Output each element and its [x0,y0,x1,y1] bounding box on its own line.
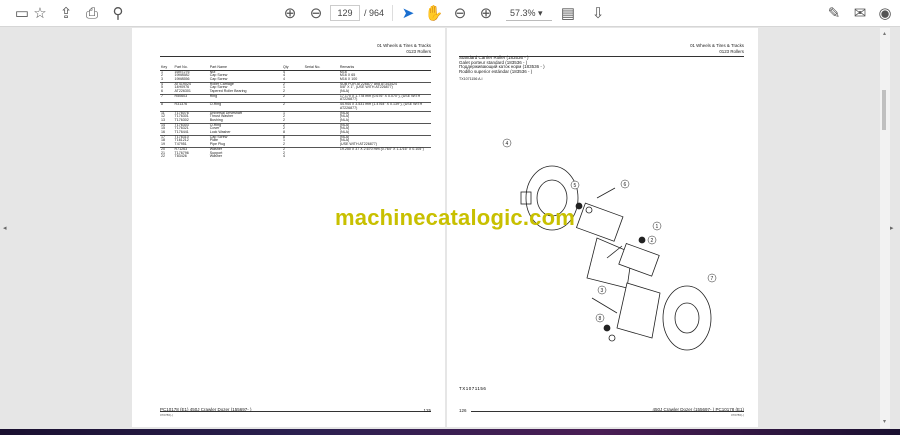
table-cell: 2 [281,93,304,103]
page-layout-icon[interactable]: ▤ [558,4,578,22]
upload-icon[interactable]: ⇪ [56,4,76,22]
email-icon[interactable]: ✉ [850,4,870,22]
svg-text:3: 3 [601,288,604,294]
figure-code: TX1071156 [459,386,487,391]
star-icon[interactable]: ☆ [30,4,50,22]
vertical-scrollbar[interactable] [880,28,890,428]
print-icon[interactable]: ⎙ [82,4,102,22]
table-cell: 19.250 X 37 X 2.670 mm (0.764" X 1-1/16"… [338,146,431,152]
table-cell: 8 [160,102,174,112]
figure-titles: Standard Carrier Roller (183536 - ) Galet… [459,55,545,82]
search-icon[interactable]: ⚲ [108,4,128,22]
zoom-value: 57.3% [510,8,536,18]
zoom-select[interactable]: 57.3% ▾ [506,5,552,21]
table-cell: O-Ring [208,102,282,112]
divider [392,5,393,21]
svg-text:6: 6 [624,182,627,188]
parts-table: Key Part No. Part Name Qty Serial No. Remarks… [160,64,431,159]
svg-text:1: 1 [656,224,659,230]
figure-ref: TX1071156 A.I [459,77,483,82]
page-up-icon[interactable]: ⊕ [280,4,300,22]
table-cell: 22 [161,154,165,159]
scrollbar-thumb[interactable] [882,90,886,130]
page-number: 126 [459,408,467,413]
table-cell: 2 [281,102,304,112]
footer-text: 450J Crawler Dozer (155697- ) PC10178 (E… [652,407,744,417]
select-cursor-icon[interactable]: ➤ [398,4,418,22]
table-cell [303,93,339,103]
svg-text:4: 4 [506,141,509,147]
svg-text:7: 7 [711,276,714,282]
table-row: 8 R31376 O-Ring 2 44.944 X 3.531 mm (1.4764"… [160,102,431,112]
scroll-down-icon[interactable]: ▾ [883,418,886,425]
left-arrow-icon[interactable]: ◂ [3,224,7,232]
hand-icon[interactable]: ✋ [424,4,444,22]
subsection-title: 0123 Rollers [406,49,431,54]
right-arrow-icon[interactable]: ▸ [890,224,894,232]
svg-text:5: 5 [574,183,577,189]
table-cell [303,102,339,112]
table-cell: T83426 [174,154,187,159]
zoom-out-icon[interactable]: ⊖ [450,4,470,22]
taskbar [0,429,900,435]
page-header: 01 Wheels & Tires & Tracks 0123 Rollers [690,43,744,55]
header-rule [160,56,431,57]
page-count: / 964 [364,8,385,18]
toolbar: ▭ ☆ ⇪ ⎙ ⚲ ⊕ ⊖ 129 / 964 ➤ ✋ ⊖ ⊕ 57.3% ▾ … [0,0,900,27]
save-icon[interactable]: ▭ [12,4,32,22]
table-cell: Washer [209,154,223,159]
table-cell [304,155,339,159]
page-down-icon[interactable]: ⊖ [306,4,326,22]
subsection-title: 0123 Rollers [719,49,744,54]
zoom-in-icon[interactable]: ⊕ [476,4,496,22]
scroll-up-icon[interactable]: ▴ [883,30,886,37]
table-cell: R31376 [173,102,209,112]
account-icon[interactable]: ◉ [875,4,895,22]
svg-text:8: 8 [599,316,602,322]
footer-text: PC10178 (E1) 450J Crawler Dozer (155697-… [160,407,252,417]
scroll-mode-icon[interactable]: ⇩ [588,4,608,22]
sign-icon[interactable]: ✎ [824,4,844,22]
table-cell [339,155,431,159]
page-header: 01 Wheels & Tires & Tracks 0123 Rollers [377,43,431,55]
page-number: 125 [423,408,431,413]
watermark: machinecatalogic.com [335,205,575,230]
page-number-input[interactable]: 129 [330,5,360,21]
table-row: 22 T83426 Washer 4 [160,155,431,159]
table-cell: 44.944 X 3.531 mm (1.4764" X 0.139"), (U… [338,102,431,112]
roller-exploded-diagram: 4 5 6 1 2 3 8 7 [502,138,717,351]
table-cell: 4 [282,154,285,159]
svg-text:2: 2 [651,238,654,244]
